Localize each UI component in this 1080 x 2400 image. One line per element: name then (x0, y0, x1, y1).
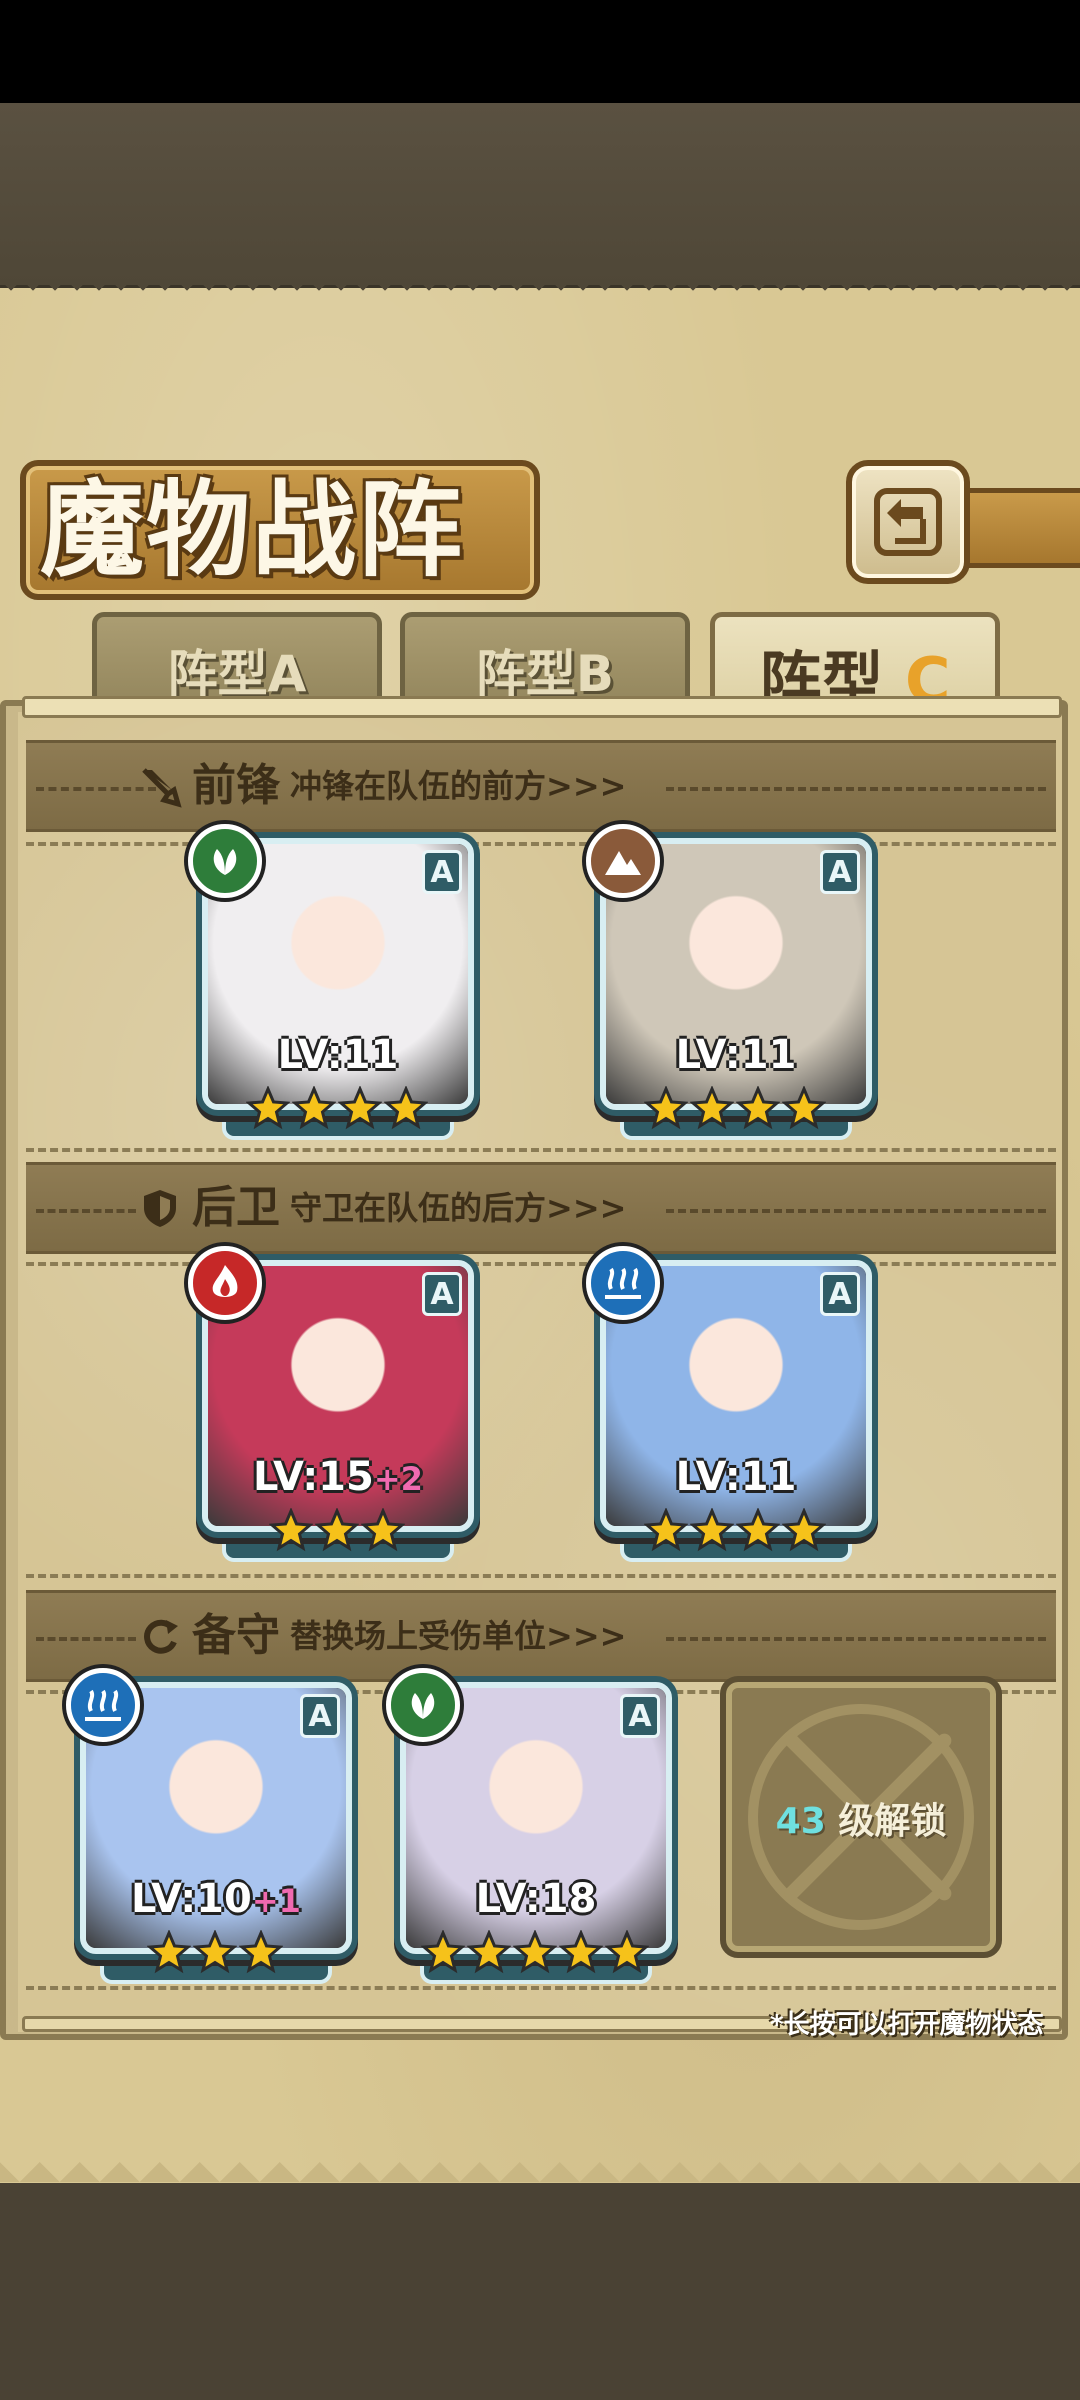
star-rating (147, 1930, 283, 1974)
water-element-icon (66, 1668, 140, 1742)
star-icon (246, 1086, 290, 1130)
star-icon (338, 1086, 382, 1130)
star-icon (644, 1086, 688, 1130)
section-rear-title: 后卫 守卫在队伍的后方>>> (138, 1162, 626, 1254)
shield-icon (144, 1190, 176, 1227)
level-label: LV:15+2 (253, 1454, 423, 1500)
nature-element-icon (188, 824, 262, 898)
fire-element-icon (188, 1246, 262, 1320)
page-title: 魔物战阵 (40, 468, 465, 591)
star-icon (690, 1508, 734, 1552)
level-label: LV:11 (675, 1454, 797, 1500)
long-press-hint: *长按可以打开魔物状态 (770, 2010, 1044, 2040)
star-icon (384, 1086, 428, 1130)
star-icon (361, 1508, 405, 1552)
map-header-strip (0, 103, 1080, 288)
star-icon (513, 1930, 557, 1974)
rank-badge: A (422, 1272, 462, 1316)
star-icon (467, 1930, 511, 1974)
back-button[interactable] (846, 460, 970, 584)
rank-badge: A (300, 1694, 340, 1738)
level-label: LV:18 (475, 1876, 597, 1922)
star-icon (736, 1508, 780, 1552)
status-bar-area (0, 0, 1080, 103)
tab-formation-a-label: 阵型A (167, 644, 307, 703)
star-icon (147, 1930, 191, 1974)
parchment-edge-top (0, 280, 1080, 302)
locked-slot-label: 43 级解锁 (775, 1801, 947, 1842)
back-arrow-icon (874, 488, 942, 556)
level-label: LV:11 (277, 1032, 399, 1078)
swap-icon (144, 1619, 178, 1654)
star-icon (559, 1930, 603, 1974)
section-reserve-title: 备守 替换场上受伤单位>>> (138, 1590, 626, 1682)
parchment-edge-bottom (0, 2142, 1080, 2192)
star-icon (690, 1086, 734, 1130)
rank-badge: A (422, 850, 462, 894)
star-rating (421, 1930, 649, 1974)
star-rating (644, 1508, 826, 1552)
earth-element-icon (586, 824, 660, 898)
sword-icon (142, 768, 182, 808)
level-label: LV:11 (675, 1032, 797, 1078)
nature-element-icon (386, 1668, 460, 1742)
map-footer-strip (0, 2190, 1080, 2400)
level-label: LV:10+1 (131, 1876, 301, 1922)
star-icon (193, 1930, 237, 1974)
section-rear-row (26, 1262, 1056, 1578)
rank-badge: A (820, 850, 860, 894)
star-icon (269, 1508, 313, 1552)
star-rating (246, 1086, 428, 1130)
water-element-icon (586, 1246, 660, 1320)
rank-badge: A (820, 1272, 860, 1316)
star-icon (782, 1086, 826, 1130)
locked-slot[interactable]: 43 级解锁 (720, 1676, 1002, 1958)
star-rating (269, 1508, 405, 1552)
star-icon (605, 1930, 649, 1974)
star-icon (421, 1930, 465, 1974)
section-front-title: 前锋 冲锋在队伍的前方>>> (138, 740, 626, 832)
star-icon (736, 1086, 780, 1130)
section-front-row (26, 842, 1056, 1152)
star-icon (315, 1508, 359, 1552)
star-rating (644, 1086, 826, 1130)
star-icon (644, 1508, 688, 1552)
rank-badge: A (620, 1694, 660, 1738)
star-icon (239, 1930, 283, 1974)
star-icon (292, 1086, 336, 1130)
star-icon (782, 1508, 826, 1552)
panel-top-rule (22, 696, 1062, 718)
tab-formation-b-label: 阵型B (475, 644, 615, 703)
